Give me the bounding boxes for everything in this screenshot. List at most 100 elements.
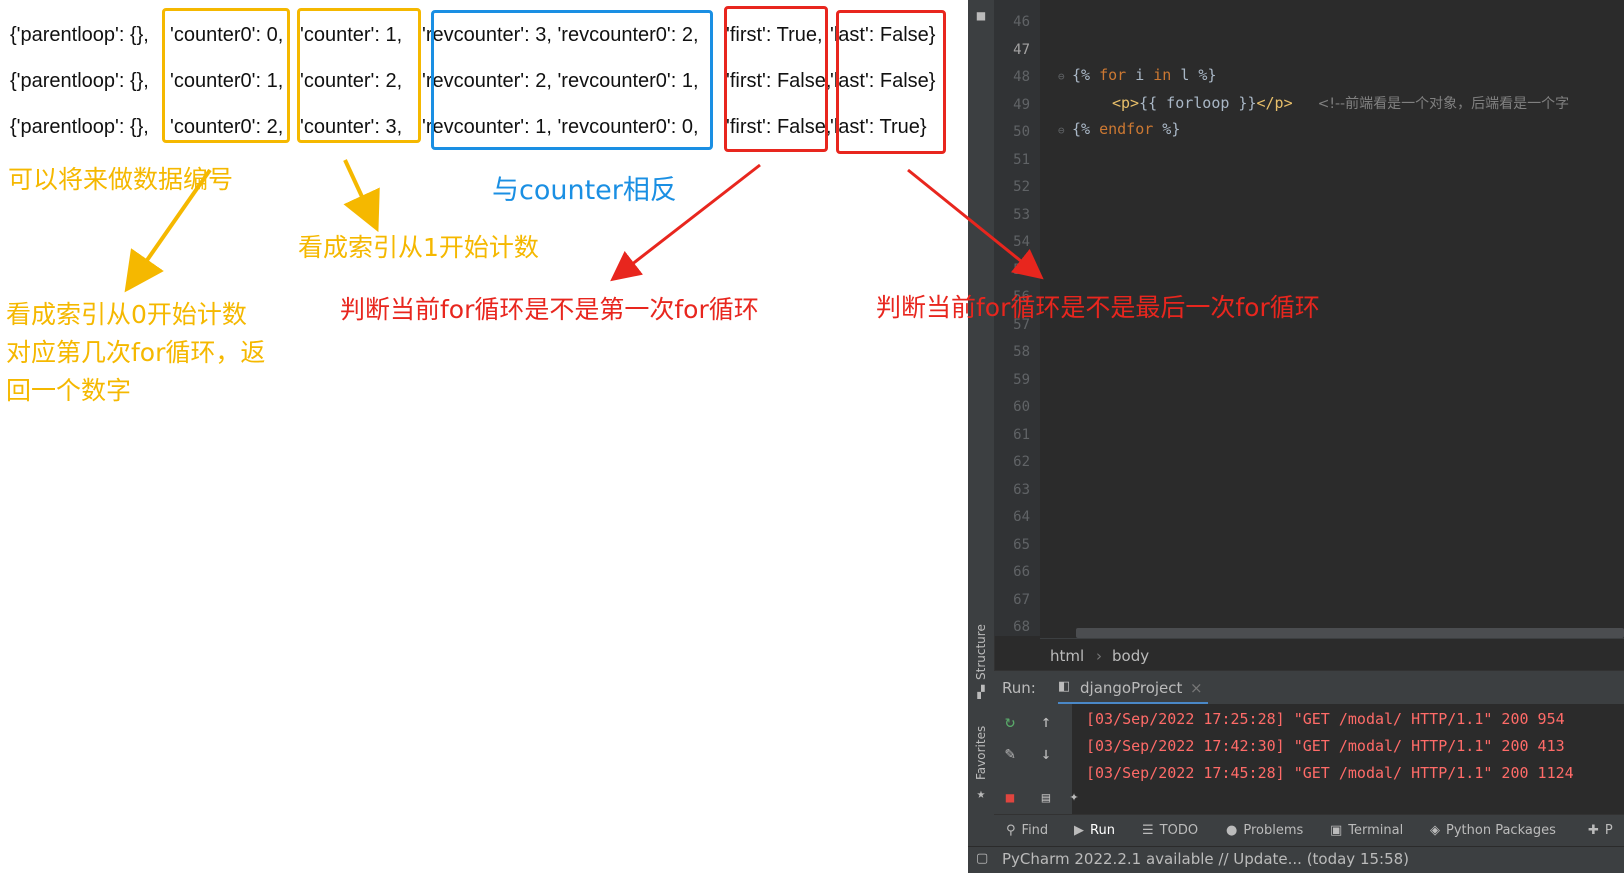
window-icon[interactable]: ▢ (976, 851, 988, 866)
close-icon[interactable]: × (1190, 679, 1203, 697)
line-number: 48 (1013, 69, 1030, 85)
counter-highlight-box (297, 8, 421, 143)
rerun-icon[interactable]: ↻ (998, 710, 1022, 734)
line-number: 51 (1013, 151, 1030, 168)
code-line-48: {% for i in l %} (1072, 66, 1217, 84)
annotation-line: 看成索引从0开始计数 (6, 300, 247, 329)
breadcrumb-html[interactable]: html (1050, 647, 1084, 665)
keyword-in: in (1153, 66, 1172, 84)
puzzle-icon: ✚ (1588, 823, 1599, 838)
log-line: [03/Sep/2022 17:45:28] "GET /modal/ HTTP… (1086, 764, 1574, 782)
parentloop-text: {'parentloop': {}, (10, 116, 149, 138)
stop-icon[interactable]: ■ (998, 786, 1022, 810)
python-packages-icon: ◈ (1430, 823, 1440, 838)
annotation-rev-opposite: 与counter相反 (492, 175, 677, 206)
code-line-49: <p>{{ forloop }}</p> <!--前端看是一个对象，后端看是一个… (1112, 93, 1569, 113)
html-comment: <!--前端看是一个对象，后端看是一个字 (1317, 96, 1570, 112)
run-console-output[interactable]: [03/Sep/2022 17:25:28] "GET /modal/ HTTP… (1069, 704, 1624, 814)
structure-tool-label[interactable]: Structure (974, 624, 988, 680)
tab-label: Run (1090, 823, 1115, 838)
line-number: 63 (1013, 481, 1030, 498)
annotation-line: 对应第几次for循环，返 (6, 338, 266, 367)
tab-label: Terminal (1348, 823, 1404, 838)
tab-label: Find (1021, 823, 1049, 838)
last-highlight-box (836, 10, 946, 154)
line-number: 58 (1013, 344, 1030, 360)
todo-icon: ☰ (1142, 823, 1154, 838)
run-label: Run: (1002, 679, 1036, 697)
line-number: 59 (1013, 371, 1030, 388)
tab-problems[interactable]: ● Problems (1226, 823, 1303, 838)
html-tag-p-open: <p> (1112, 94, 1140, 112)
structure-icon[interactable]: ▞ (969, 680, 993, 704)
html-tag-p-close: </p> (1256, 94, 1293, 112)
pin-icon[interactable]: ✦ (1062, 784, 1086, 808)
browser-page: {'parentloop': {}, 'counter0': 0, 'count… (0, 0, 968, 872)
tab-label: TODO (1159, 823, 1199, 838)
run-tab-label: djangoProject (1080, 679, 1183, 697)
tab-label: Python Packages (1446, 823, 1556, 838)
annotation-index-from-zero: 看成索引从0开始计数 对应第几次for循环，返 回一个数字 (6, 296, 265, 410)
wrench-icon[interactable]: ✎ (998, 742, 1022, 766)
tab-plugins[interactable]: ✚ P (1588, 823, 1613, 838)
revcounter-highlight-box (431, 10, 713, 150)
line-number: 54 (1013, 234, 1030, 250)
line-number: 67 (1013, 591, 1030, 608)
tab-label: P (1604, 823, 1613, 838)
annotation-first-desc: 判断当前for循环是不是第一次for循环 (340, 295, 759, 324)
line-number: 47 (1013, 41, 1030, 58)
line-number: 50 (1013, 124, 1030, 140)
run-icon: ▶ (1074, 823, 1084, 838)
tab-label: Problems (1243, 823, 1304, 838)
first-highlight-box (724, 6, 828, 152)
template-tag-close: %} (1153, 120, 1181, 138)
breadcrumb: html › body (1040, 638, 1624, 671)
horizontal-scrollbar[interactable] (1076, 628, 1624, 638)
breadcrumb-body[interactable]: body (1112, 647, 1149, 665)
fold-marker-icon[interactable]: ⊖ (1058, 70, 1065, 83)
tab-python-packages[interactable]: ◈ Python Packages (1430, 823, 1556, 838)
tab-terminal[interactable]: ▣ Terminal (1330, 823, 1403, 838)
line-number: 46 (1013, 14, 1030, 30)
left-tool-strip: ■ Structure ▞ Favorites ★ (968, 0, 995, 872)
keyword-for: for (1099, 66, 1127, 84)
run-toolbar: ↻ ↑ ✎ ↓ ■ ▤ (994, 704, 1072, 814)
breadcrumb-separator: › (1096, 647, 1102, 665)
line-number: 65 (1013, 536, 1030, 553)
template-variable: {{ forloop }} (1139, 94, 1257, 112)
run-tab-djangoproject[interactable]: ◧ djangoProject × (1058, 674, 1208, 705)
arrow-up-icon[interactable]: ↑ (1034, 710, 1058, 734)
line-number: 68 (1013, 619, 1030, 635)
update-status-text[interactable]: PyCharm 2022.2.1 available // Update... … (1002, 850, 1409, 868)
keyword-endfor: endfor (1099, 120, 1154, 138)
parentloop-text: {'parentloop': {}, (10, 70, 149, 92)
terminal-icon: ▣ (1330, 823, 1343, 838)
fold-marker-icon[interactable]: ⊖ (1058, 124, 1065, 137)
tab-run[interactable]: ▶ Run (1074, 823, 1115, 838)
folder-icon[interactable]: ■ (969, 4, 993, 28)
template-tag-open: {% (1072, 66, 1091, 84)
django-icon: ◧ (1058, 679, 1071, 694)
annotation-last-desc: 判断当前for循环是不是最后一次for循环 (876, 293, 1320, 322)
run-panel-header: Run: ◧ djangoProject × (994, 670, 1624, 705)
line-number: 49 (1013, 96, 1030, 113)
line-number: 64 (1013, 509, 1030, 525)
tab-todo[interactable]: ☰ TODO (1142, 823, 1198, 838)
tab-find[interactable]: ⚲ Find (1006, 823, 1048, 838)
star-icon[interactable]: ★ (969, 782, 993, 806)
line-number: 53 (1013, 206, 1030, 223)
line-number: 55 (1013, 261, 1030, 278)
arrow-down-icon[interactable]: ↓ (1034, 742, 1058, 766)
favorites-tool-label[interactable]: Favorites (974, 726, 988, 780)
layout-icon[interactable]: ▤ (1034, 786, 1058, 810)
bottom-tool-tabs: ⚲ Find ▶ Run ☰ TODO ● Problems ▣ Terminal ◈ Py… (994, 814, 1624, 847)
line-number: 52 (1013, 179, 1030, 195)
line-number: 61 (1013, 426, 1030, 443)
template-tag-close: l %} (1171, 66, 1217, 84)
annotation-numbering: 可以将来做数据编号 (8, 165, 234, 194)
line-number: 62 (1013, 454, 1030, 470)
code-line-50: {% endfor %} (1072, 120, 1180, 138)
loop-var: i (1126, 66, 1154, 84)
pycharm-window: ■ Structure ▞ Favorites ★ 46 47 48 49 50 51 52… (968, 0, 1624, 873)
annotation-line: 回一个数字 (6, 376, 132, 405)
